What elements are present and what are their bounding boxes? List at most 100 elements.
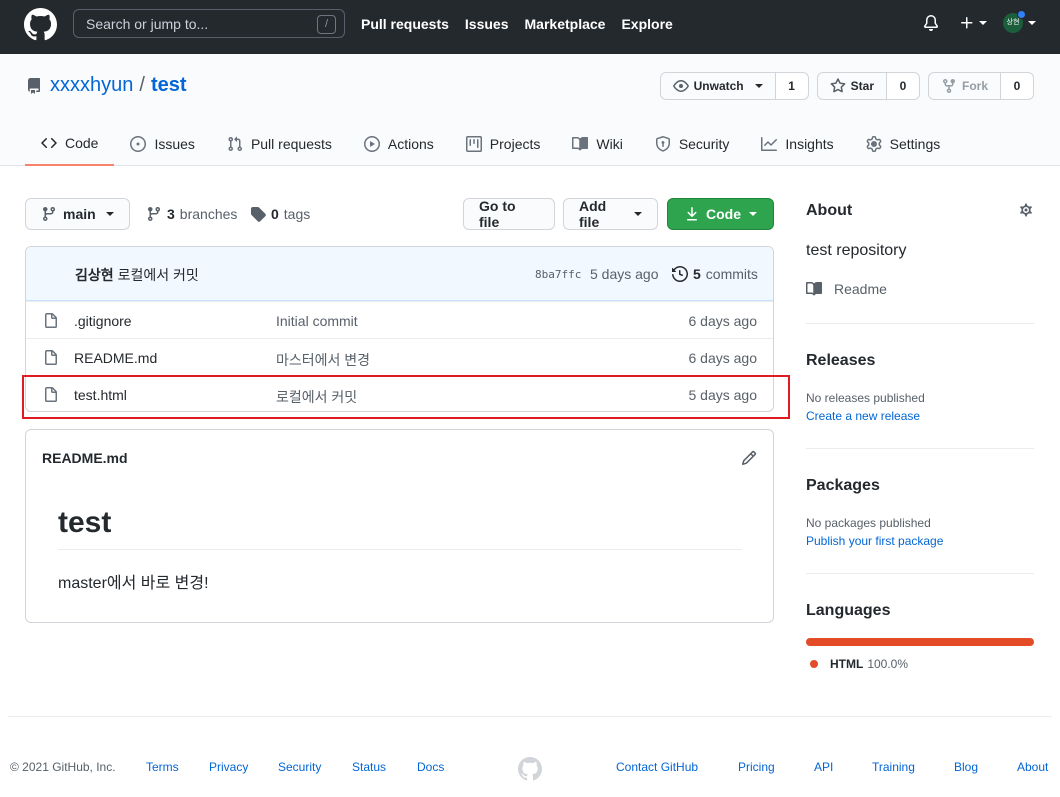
readme-filename[interactable]: README.md bbox=[42, 450, 128, 466]
search-shortcut-key: / bbox=[317, 15, 336, 34]
file-commit-time: 6 days ago bbox=[688, 350, 758, 366]
create-new-plus-icon[interactable] bbox=[959, 15, 987, 31]
tab-wiki-label: Wiki bbox=[596, 135, 623, 152]
tab-wiki[interactable]: Wiki bbox=[556, 121, 638, 166]
add-file-button[interactable]: Add file bbox=[563, 198, 658, 230]
language-color-dot bbox=[810, 660, 818, 668]
book-icon bbox=[572, 136, 589, 152]
nav-pull-requests[interactable]: Pull requests bbox=[361, 16, 449, 32]
footer-link-contact[interactable]: Contact GitHub bbox=[616, 760, 698, 774]
user-menu[interactable]: 상현 bbox=[1003, 10, 1036, 33]
fork-group: Fork 0 bbox=[927, 72, 1034, 100]
footer-link-about[interactable]: About bbox=[1017, 760, 1048, 774]
file-icon bbox=[43, 350, 59, 366]
commit-time: 5 days ago bbox=[590, 266, 659, 282]
footer-link-privacy[interactable]: Privacy bbox=[209, 760, 248, 774]
footer-link-pricing[interactable]: Pricing bbox=[738, 760, 775, 774]
footer-link-status[interactable]: Status bbox=[352, 760, 386, 774]
chevron-down-icon bbox=[1028, 21, 1036, 25]
footer-link-terms[interactable]: Terms bbox=[146, 760, 179, 774]
commit-sha[interactable]: 8ba7ffc bbox=[535, 268, 581, 281]
star-count[interactable]: 0 bbox=[886, 72, 920, 100]
branch-icon bbox=[146, 206, 162, 222]
tab-projects-label: Projects bbox=[489, 135, 541, 152]
publish-package-link[interactable]: Publish your first package bbox=[806, 534, 943, 548]
global-nav: Pull requests Issues Marketplace Explore bbox=[361, 16, 673, 32]
language-item[interactable]: HTML 100.0% bbox=[810, 657, 908, 671]
star-label: Star bbox=[850, 79, 874, 93]
sidebar-divider bbox=[806, 573, 1034, 574]
create-release-link[interactable]: Create a new release bbox=[806, 409, 920, 423]
commit-author[interactable]: 김상현 로컬에서 커밋 bbox=[75, 265, 199, 285]
fork-button[interactable]: Fork bbox=[927, 72, 1001, 100]
file-name-link[interactable]: README.md bbox=[74, 350, 157, 366]
repo-description: test repository bbox=[806, 242, 907, 259]
tags-label: tags bbox=[283, 206, 311, 222]
issue-icon bbox=[130, 135, 147, 152]
repo-name-link[interactable]: test bbox=[151, 74, 187, 97]
file-commit-message[interactable]: 마스터에서 변경 bbox=[276, 350, 370, 370]
nav-marketplace[interactable]: Marketplace bbox=[525, 16, 606, 32]
readme-link[interactable]: Readme bbox=[806, 281, 887, 297]
tags-link[interactable]: 0 tags bbox=[250, 206, 310, 222]
chevron-down-icon bbox=[105, 212, 114, 216]
tab-security[interactable]: Security bbox=[639, 121, 746, 166]
tab-actions[interactable]: Actions bbox=[348, 121, 450, 166]
github-logo-icon[interactable] bbox=[24, 8, 57, 41]
book-icon bbox=[806, 281, 822, 297]
nav-explore[interactable]: Explore bbox=[621, 16, 672, 32]
footer-link-api[interactable]: API bbox=[814, 760, 833, 774]
tab-issues[interactable]: Issues bbox=[114, 121, 210, 166]
tab-settings[interactable]: Settings bbox=[850, 121, 957, 166]
search-input[interactable]: Search or jump to... / bbox=[73, 9, 345, 38]
releases-title[interactable]: Releases bbox=[806, 352, 875, 370]
commits-label: commits bbox=[705, 266, 758, 282]
gear-icon[interactable] bbox=[1018, 202, 1034, 218]
fork-count[interactable]: 0 bbox=[1001, 72, 1034, 100]
download-icon bbox=[684, 206, 700, 222]
notifications-bell-icon[interactable] bbox=[923, 15, 939, 31]
highlight-annotation-box bbox=[22, 375, 790, 419]
code-clone-button[interactable]: Code bbox=[667, 198, 774, 230]
fork-label: Fork bbox=[961, 79, 988, 93]
search-placeholder: Search or jump to... bbox=[86, 16, 209, 32]
nav-issues[interactable]: Issues bbox=[465, 16, 509, 32]
branches-link[interactable]: 3 branches bbox=[146, 206, 237, 222]
file-name-link[interactable]: .gitignore bbox=[74, 313, 132, 329]
star-button[interactable]: Star bbox=[816, 72, 887, 100]
footer-link-docs[interactable]: Docs bbox=[417, 760, 444, 774]
repo-owner-link[interactable]: xxxxhyun bbox=[50, 74, 133, 97]
watch-count[interactable]: 1 bbox=[775, 72, 809, 100]
pencil-icon[interactable] bbox=[741, 450, 757, 466]
tab-settings-label: Settings bbox=[889, 135, 941, 152]
footer-link-blog[interactable]: Blog bbox=[954, 760, 978, 774]
tab-insights[interactable]: Insights bbox=[745, 121, 849, 166]
repo-title: xxxxhyun / test bbox=[26, 74, 187, 97]
readme-body: master에서 바로 변경! bbox=[58, 575, 209, 592]
packages-title[interactable]: Packages bbox=[806, 477, 880, 495]
branch-select-button[interactable]: main bbox=[25, 198, 130, 230]
github-mark-icon[interactable] bbox=[518, 757, 542, 781]
header-actions: 상현 bbox=[923, 10, 1036, 33]
chevron-down-icon bbox=[749, 212, 757, 216]
footer-link-security[interactable]: Security bbox=[278, 760, 321, 774]
language-bar bbox=[806, 638, 1034, 646]
branch-icon bbox=[41, 206, 57, 222]
language-percent: 100.0% bbox=[867, 657, 909, 671]
tab-projects[interactable]: Projects bbox=[450, 121, 557, 166]
footer-link-training[interactable]: Training bbox=[872, 760, 915, 774]
unwatch-button[interactable]: Unwatch bbox=[659, 72, 776, 100]
tab-code[interactable]: Code bbox=[25, 121, 115, 166]
file-row: README.md 마스터에서 변경 6 days ago bbox=[26, 338, 773, 375]
file-commit-message[interactable]: Initial commit bbox=[276, 313, 358, 329]
commit-message[interactable]: 로컬에서 커밋 bbox=[118, 267, 199, 283]
tab-pull-requests[interactable]: Pull requests bbox=[211, 121, 348, 166]
footer-copyright: © 2021 GitHub, Inc. bbox=[10, 760, 116, 774]
commits-history-link[interactable]: 5 commits bbox=[672, 266, 758, 282]
tag-icon bbox=[250, 206, 266, 222]
fork-icon bbox=[941, 78, 957, 94]
branches-label: branches bbox=[179, 206, 238, 222]
go-to-file-button[interactable]: Go to file bbox=[463, 198, 555, 230]
code-button-label: Code bbox=[706, 206, 741, 222]
file-commit-time: 6 days ago bbox=[688, 313, 758, 329]
